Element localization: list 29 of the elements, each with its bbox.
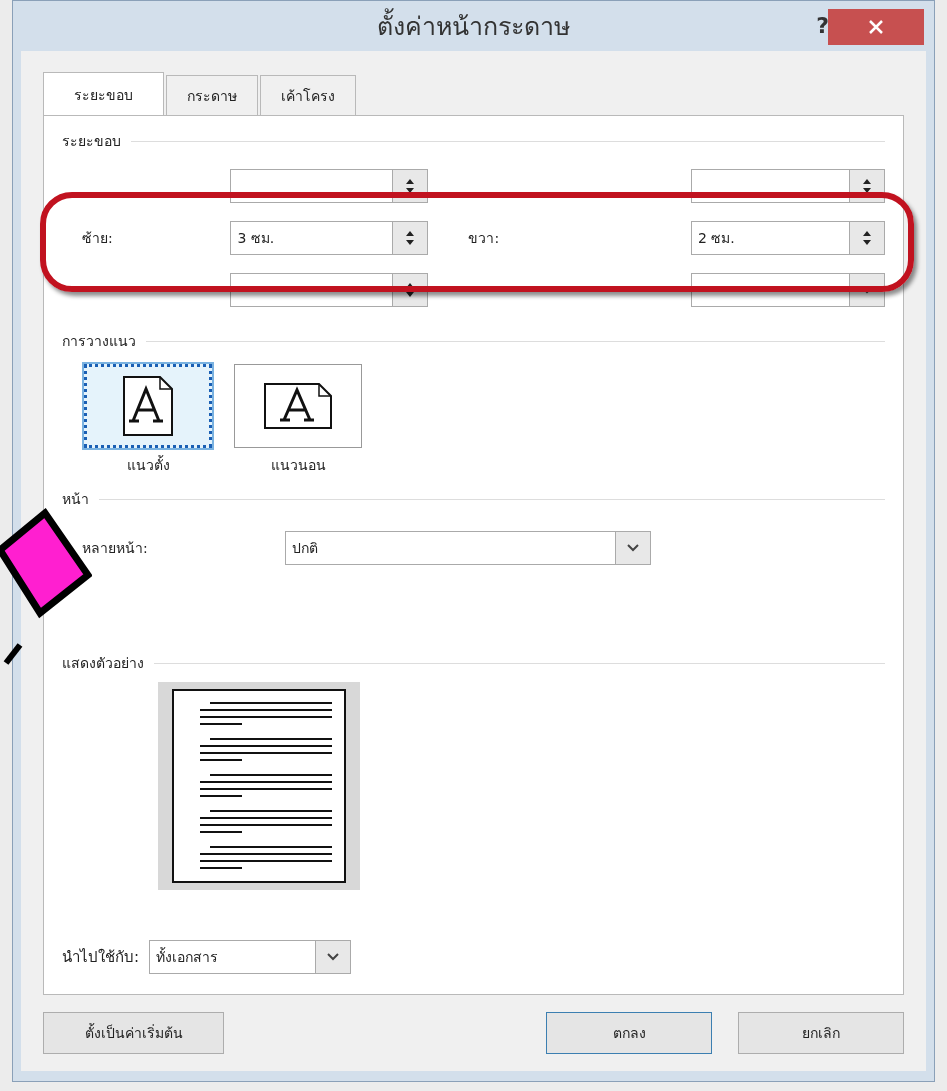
default-button[interactable]: ตั้งเป็นค่าเริ่มต้น [43, 1012, 224, 1054]
section-heading: ระยะขอบ [62, 132, 121, 151]
tab[interactable]: เค้าโครง [260, 75, 356, 115]
section-heading: แสดงตัวอย่าง [62, 654, 144, 673]
help-button[interactable]: ? [816, 13, 829, 38]
close-icon [868, 19, 884, 35]
window-title: ตั้งค่าหน้ากระดาษ [377, 6, 570, 46]
orientation-button[interactable] [84, 364, 212, 448]
landscape-page-icon [263, 382, 333, 430]
spin-buttons[interactable] [849, 222, 884, 254]
margin-field[interactable]: 3 ซม. [230, 221, 429, 255]
ok-button[interactable]: ตกลง [546, 1012, 712, 1054]
option-label: แนวนอน [270, 456, 326, 475]
tab[interactable]: ระยะขอบ [43, 72, 164, 116]
field-label: นำไปใช้กับ: [62, 947, 140, 968]
section-heading: การวางแนว [62, 332, 136, 351]
margin-field[interactable]: 2 ซม. [691, 221, 885, 255]
field-label: ซ้าย: [82, 229, 114, 248]
tab[interactable]: กระดาษ [166, 75, 258, 115]
portrait-page-icon [122, 375, 174, 437]
dropdown-field[interactable]: ทั้งเอกสาร [149, 940, 352, 974]
orientation-button[interactable] [234, 364, 362, 448]
field-label: หลายหน้า: [82, 539, 149, 558]
field-label: ขวา: [468, 229, 501, 248]
cancel-button[interactable]: ยกเลิก [738, 1012, 904, 1054]
option-label: แนวตั้ง [126, 454, 170, 475]
spin-buttons[interactable] [392, 222, 428, 254]
section-heading: หน้า [62, 490, 89, 509]
dropdown-field[interactable]: ปกติ [285, 531, 651, 565]
